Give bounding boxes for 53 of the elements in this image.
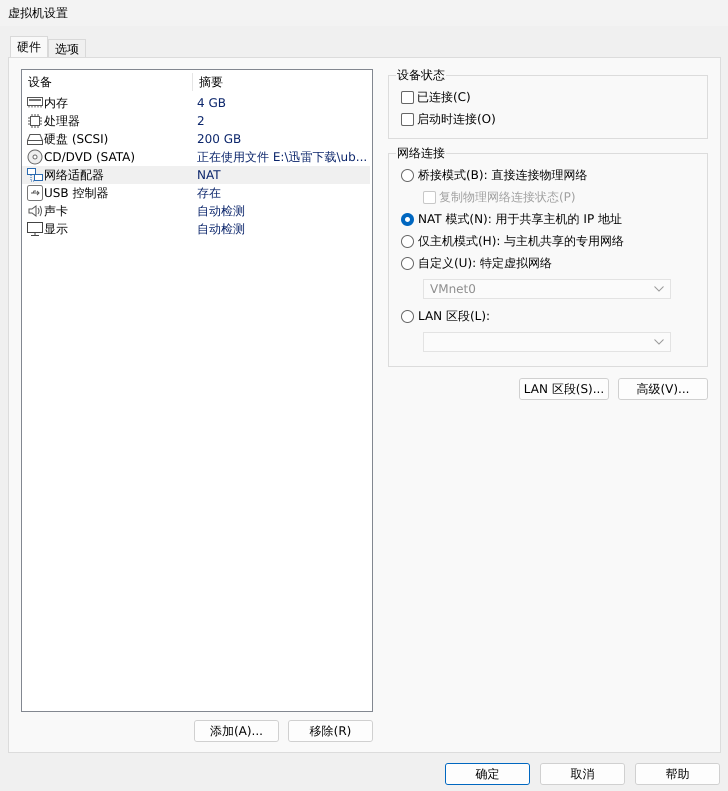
- device-row[interactable]: 声卡 自动检测: [22, 202, 370, 220]
- dialog-button[interactable]: 帮助: [635, 763, 720, 785]
- disc-icon: [27, 149, 43, 165]
- push-button[interactable]: 添加(A)...: [194, 720, 279, 742]
- column-header[interactable]: 摘要: [193, 73, 372, 91]
- device-summary: 自动检测: [196, 220, 245, 238]
- device-summary: 自动检测: [196, 202, 245, 220]
- device-name: 网络适配器: [44, 166, 104, 184]
- speaker-icon: [27, 203, 43, 219]
- checkbox[interactable]: 已连接(C): [401, 86, 707, 108]
- chevron-down-icon: [654, 339, 664, 345]
- device-name: 硬盘 (SCSI): [44, 130, 108, 148]
- device-name: 内存: [44, 94, 68, 112]
- column-header[interactable]: 设备: [22, 73, 193, 91]
- window-title: 虚拟机设置: [8, 4, 68, 22]
- device-row[interactable]: USB 控制器 存在: [22, 184, 370, 202]
- device-row[interactable]: 网络适配器 NAT: [22, 166, 370, 184]
- push-button[interactable]: 高级(V)...: [618, 378, 708, 400]
- device-name: CD/DVD (SATA): [44, 150, 136, 164]
- device-row[interactable]: CD/DVD (SATA) 正在使用文件 E:\迅雷下载\ub...: [22, 148, 370, 166]
- device-row[interactable]: 内存 4 GB: [22, 94, 370, 112]
- device-summary: 4 GB: [196, 96, 226, 110]
- radio-button[interactable]: LAN 区段(L):: [401, 305, 707, 327]
- device-row[interactable]: 硬盘 (SCSI) 200 GB: [22, 130, 370, 148]
- radio-button[interactable]: NAT 模式(N): 用于共享主机的 IP 地址: [401, 208, 707, 230]
- checkbox[interactable]: 启动时连接(O): [401, 108, 707, 130]
- dialog-button[interactable]: 取消: [540, 763, 625, 785]
- device-summary: NAT: [196, 168, 221, 182]
- device-summary: 存在: [196, 184, 221, 202]
- dialog-button[interactable]: 确定: [445, 763, 530, 785]
- radio-button[interactable]: 仅主机模式(H): 与主机共享的专用网络: [401, 230, 707, 252]
- radio-button[interactable]: 自定义(U): 特定虚拟网络: [401, 252, 707, 274]
- device-name: 声卡: [44, 202, 68, 220]
- monitor-icon: [27, 221, 43, 237]
- device-summary: 2: [196, 114, 205, 128]
- push-button[interactable]: LAN 区段(S)...: [519, 378, 609, 400]
- chip-icon: [27, 113, 43, 129]
- device-summary: 正在使用文件 E:\迅雷下载\ub...: [196, 148, 368, 166]
- device-name: 显示: [44, 220, 68, 238]
- tab[interactable]: 硬件: [10, 36, 48, 57]
- network-icon: [27, 167, 43, 183]
- device-row[interactable]: 显示 自动检测: [22, 220, 370, 238]
- usb-icon: [27, 185, 43, 201]
- device-row[interactable]: 处理器 2: [22, 112, 370, 130]
- radio-button[interactable]: 桥接模式(B): 直接连接物理网络: [401, 164, 707, 186]
- tab[interactable]: 选项: [48, 39, 86, 57]
- push-button[interactable]: 移除(R): [288, 720, 373, 742]
- group-title: 网络连接: [396, 146, 446, 160]
- device-name: USB 控制器: [44, 184, 108, 202]
- chevron-down-icon: [654, 286, 664, 292]
- device-name: 处理器: [44, 112, 80, 130]
- device-summary: 200 GB: [196, 132, 242, 146]
- group-title: 设备状态: [396, 68, 446, 82]
